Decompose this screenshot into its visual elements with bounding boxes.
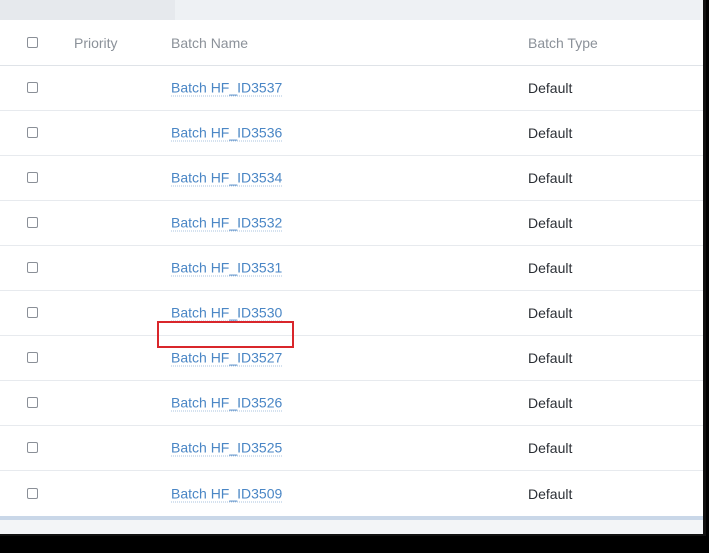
select-all-checkbox[interactable] bbox=[27, 36, 38, 48]
row-checkbox[interactable] bbox=[27, 262, 38, 273]
batch-type-cell: Default bbox=[528, 440, 573, 456]
batch-name-link[interactable]: Batch HF_ID3531 bbox=[171, 260, 283, 277]
table-row: Batch HF_ID3509 Default bbox=[0, 471, 703, 516]
table-footer-area bbox=[0, 520, 703, 534]
table-row: Batch HF_ID3527 Default bbox=[0, 336, 703, 381]
batch-name-link[interactable]: Batch HF_ID3527 bbox=[171, 350, 283, 367]
batch-type-cell: Default bbox=[528, 395, 573, 411]
batch-type-cell: Default bbox=[528, 485, 573, 502]
batch-type-cell: Default bbox=[528, 170, 573, 186]
row-checkbox[interactable] bbox=[27, 217, 38, 228]
batch-type-cell: Default bbox=[528, 350, 573, 366]
batch-table-panel: Priority Batch Name Batch Type Batch HF_… bbox=[0, 0, 706, 536]
batch-type-cell: Default bbox=[528, 80, 573, 96]
batch-table: Priority Batch Name Batch Type Batch HF_… bbox=[0, 20, 703, 516]
top-toolbar-strip bbox=[0, 0, 703, 20]
batch-type-cell: Default bbox=[528, 305, 573, 321]
row-checkbox[interactable] bbox=[27, 397, 38, 408]
batch-name-link[interactable]: Batch HF_ID3534 bbox=[171, 170, 283, 187]
table-row: Batch HF_ID3532 Default bbox=[0, 201, 703, 246]
column-header-batch-type[interactable]: Batch Type bbox=[528, 35, 598, 51]
table-row: Batch HF_ID3537 Default bbox=[0, 66, 703, 111]
table-row: Batch HF_ID3530 Default bbox=[0, 291, 703, 336]
table-header-row: Priority Batch Name Batch Type bbox=[0, 20, 703, 66]
row-checkbox[interactable] bbox=[27, 172, 38, 183]
row-checkbox[interactable] bbox=[27, 127, 38, 138]
table-row: Batch HF_ID3525 Default bbox=[0, 426, 703, 471]
batch-type-cell: Default bbox=[528, 215, 573, 231]
batch-name-link[interactable]: Batch HF_ID3532 bbox=[171, 215, 283, 232]
batch-name-link[interactable]: Batch HF_ID3526 bbox=[171, 395, 283, 412]
top-toolbar-fade bbox=[0, 0, 175, 20]
batch-name-link[interactable]: Batch HF_ID3509 bbox=[171, 485, 283, 502]
table-row: Batch HF_ID3531 Default bbox=[0, 246, 703, 291]
column-header-priority[interactable]: Priority bbox=[74, 35, 118, 51]
column-header-batch-name[interactable]: Batch Name bbox=[171, 35, 248, 51]
batch-type-cell: Default bbox=[528, 125, 573, 141]
row-checkbox[interactable] bbox=[27, 82, 38, 93]
table-row: Batch HF_ID3526 Default bbox=[0, 381, 703, 426]
table-row: Batch HF_ID3536 Default bbox=[0, 111, 703, 156]
row-checkbox[interactable] bbox=[27, 442, 38, 453]
row-checkbox[interactable] bbox=[27, 352, 38, 363]
batch-name-link[interactable]: Batch HF_ID3525 bbox=[171, 440, 283, 457]
batch-name-link[interactable]: Batch HF_ID3536 bbox=[171, 125, 283, 142]
row-checkbox[interactable] bbox=[27, 307, 38, 318]
batch-type-cell: Default bbox=[528, 260, 573, 276]
row-checkbox[interactable] bbox=[27, 487, 38, 499]
table-row: Batch HF_ID3534 Default bbox=[0, 156, 703, 201]
red-highlight-box bbox=[157, 321, 294, 348]
bottom-black-bar bbox=[0, 536, 709, 553]
batch-name-link[interactable]: Batch HF_ID3537 bbox=[171, 80, 283, 97]
batch-name-link[interactable]: Batch HF_ID3530 bbox=[171, 305, 283, 322]
